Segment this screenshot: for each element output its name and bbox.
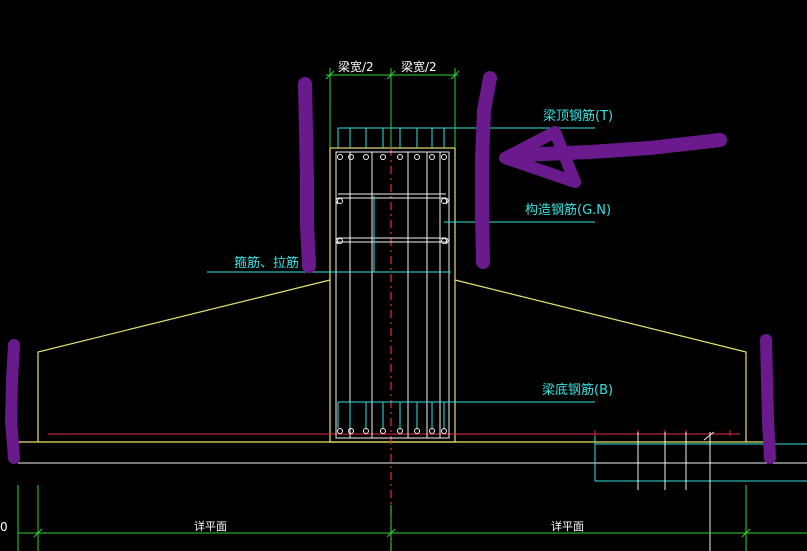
rebar-dots [337,154,447,434]
label-structural-rebar: 构造钢筋(G.N) [525,202,611,218]
label-bottom-rebar: 梁底钢筋(B) [542,382,613,398]
cad-section-drawing: 梁宽/2 梁宽/2 梁顶钢筋(T) 构造钢筋(G.N) 箍筋、拉筋 梁底钢筋(B… [0,59,807,551]
left-haunch [37,279,331,442]
label-stirrup-tie: 箍筋、拉筋 [234,255,299,271]
section-outline [18,147,770,443]
dim-label-half-width-left: 梁宽/2 [338,59,374,74]
marker-stroke-left-beam [298,77,316,273]
stirrups [335,151,450,439]
label-detail-plan-left: 详平面 [194,519,227,533]
arrow-pointing-left-icon [499,126,727,188]
label-top-rebar: 梁顶钢筋(T) [543,108,613,124]
leader-lines [207,127,807,482]
beam-rectangle [329,147,456,443]
marker-stroke-far-right [760,334,776,464]
label-detail-plan-right: 详平面 [551,519,584,533]
marker-stroke-far-left [4,339,20,464]
edge-fragment-char: 0 [0,520,8,534]
dim-label-half-width-right: 梁宽/2 [401,59,437,74]
right-haunch [454,279,747,442]
marker-stroke-right-beam [475,71,497,269]
